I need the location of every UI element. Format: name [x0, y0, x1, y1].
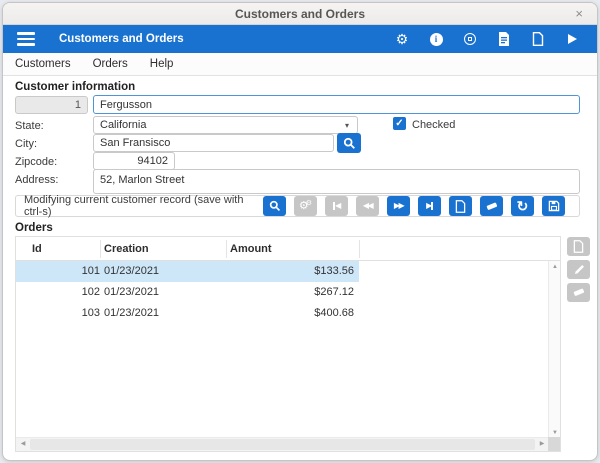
new-document-icon [573, 240, 584, 253]
new-document-icon [455, 199, 466, 213]
menu-bar: Customers Orders Help [3, 53, 597, 76]
rewind-icon: ◀◀ [362, 201, 374, 210]
state-value: California [100, 119, 147, 131]
advanced-settings-icon[interactable] [455, 28, 485, 50]
order-id-cell: 102 [81, 286, 100, 298]
search-icon [343, 137, 355, 149]
orders-section-title: Orders [15, 222, 53, 234]
orders-table: Id Creation Amount 101 01/23/2021 $133.5… [15, 236, 561, 452]
checked-label: Checked [412, 119, 456, 131]
refresh-record-button[interactable]: ↻ [511, 196, 534, 216]
search-record-button[interactable] [263, 196, 286, 216]
delete-order-button[interactable] [567, 283, 590, 302]
city-search-button[interactable] [337, 133, 361, 153]
status-message: Modifying current customer record (save … [24, 194, 244, 218]
settings-gear-icon[interactable]: ⚙ [387, 28, 417, 50]
previous-record-button[interactable]: ◀◀ [356, 196, 379, 216]
order-creation-cell: 01/23/2021 [104, 286, 160, 298]
next-record-button[interactable]: ▶▶ [387, 196, 410, 216]
state-select[interactable]: California ▾ [93, 116, 358, 134]
column-header-id[interactable]: Id [32, 243, 42, 255]
eraser-icon [573, 288, 585, 296]
eraser-icon [486, 202, 498, 210]
table-row[interactable]: 103 01/23/2021 $400.68 [16, 303, 549, 324]
customer-id-field: 1 [15, 96, 88, 114]
zipcode-label: Zipcode: [15, 156, 58, 168]
new-order-button[interactable] [567, 237, 590, 256]
scroll-left-icon[interactable]: ◀ [16, 438, 30, 451]
order-amount-cell: $267.12 [314, 286, 354, 298]
app-toolbar: Customers and Orders ⚙ i [3, 25, 597, 53]
table-row[interactable]: 101 01/23/2021 $133.56 [16, 261, 359, 282]
batch-operations-button[interactable]: ⚙ ⚙ [294, 196, 317, 216]
column-header-amount[interactable]: Amount [230, 243, 272, 255]
app-toolbar-title: Customers and Orders [59, 33, 184, 45]
save-icon [548, 200, 559, 212]
order-creation-cell: 01/23/2021 [104, 265, 160, 277]
new-record-button[interactable] [449, 196, 472, 216]
search-icon [269, 200, 280, 212]
menu-icon[interactable] [17, 32, 35, 46]
menu-orders[interactable]: Orders [93, 58, 128, 70]
order-id-cell: 103 [81, 307, 100, 319]
scroll-up-icon[interactable]: ▲ [549, 261, 561, 273]
order-creation-cell: 01/23/2021 [104, 307, 160, 319]
chevron-down-icon: ▾ [344, 121, 349, 130]
close-icon[interactable]: × [575, 6, 583, 21]
info-icon[interactable]: i [421, 28, 451, 50]
order-amount-cell: $133.56 [314, 265, 354, 277]
state-label: State: [15, 120, 44, 132]
address-label: Address: [15, 174, 59, 186]
delete-record-button[interactable] [480, 196, 503, 216]
order-id-cell: 101 [81, 265, 100, 277]
window-title: Customers and Orders [234, 6, 366, 21]
zipcode-input[interactable] [93, 152, 175, 170]
checked-checkbox[interactable] [393, 117, 406, 130]
horizontal-scrollbar[interactable]: ◀ ▶ [16, 437, 549, 451]
city-label: City: [15, 138, 37, 150]
first-record-button[interactable]: ◀ [325, 196, 348, 216]
table-row[interactable]: 102 01/23/2021 $267.12 [16, 282, 549, 303]
save-record-button[interactable] [542, 196, 565, 216]
app-window: Customers and Orders × Customers and Ord… [2, 2, 598, 461]
city-input[interactable] [93, 134, 334, 152]
new-document-icon[interactable] [523, 28, 553, 50]
record-status-bar: Modifying current customer record (save … [15, 194, 580, 218]
horizontal-scroll-thumb[interactable] [30, 439, 535, 450]
refresh-icon: ↻ [516, 198, 529, 214]
order-side-toolbar [567, 237, 590, 302]
run-icon[interactable] [557, 28, 587, 50]
column-header-creation[interactable]: Creation [104, 243, 149, 255]
address-textarea[interactable]: 52, Marlon Street [93, 169, 580, 194]
edit-order-button[interactable] [567, 260, 590, 279]
menu-customers[interactable]: Customers [15, 58, 71, 70]
report-document-icon[interactable] [489, 28, 519, 50]
customer-name-input[interactable] [93, 95, 580, 114]
orders-table-body: 101 01/23/2021 $133.56 102 01/23/2021 $2… [16, 261, 549, 439]
fast-forward-icon: ▶▶ [393, 201, 405, 210]
order-amount-cell: $400.68 [314, 307, 354, 319]
orders-table-header: Id Creation Amount [16, 237, 560, 261]
last-record-button[interactable]: ▶ [418, 196, 441, 216]
menu-help[interactable]: Help [150, 58, 174, 70]
customer-section-title: Customer information [15, 81, 136, 93]
scrollbar-corner [548, 437, 560, 451]
vertical-scrollbar[interactable]: ▲ ▼ [548, 261, 560, 439]
scroll-right-icon[interactable]: ▶ [535, 438, 549, 451]
pencil-icon [574, 264, 584, 274]
record-toolbar: ⚙ ⚙ ◀ ◀◀ ▶▶ ▶ ↻ [263, 196, 565, 216]
title-bar: Customers and Orders × [3, 3, 597, 25]
